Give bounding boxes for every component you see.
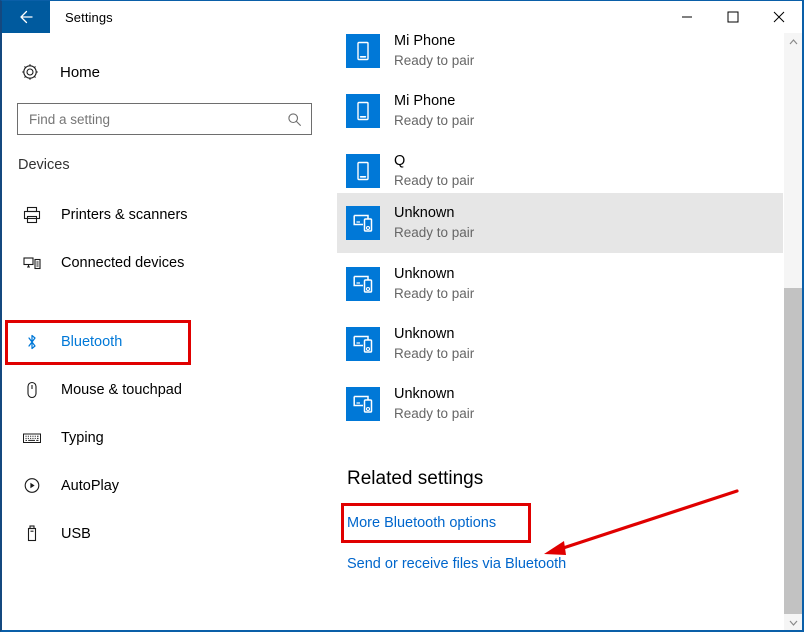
- close-icon: [773, 11, 785, 23]
- device-status: Ready to pair: [394, 111, 474, 130]
- close-button[interactable]: [756, 1, 802, 32]
- maximize-button[interactable]: [710, 1, 756, 32]
- search-box[interactable]: [17, 103, 312, 135]
- back-arrow-icon: [17, 8, 35, 26]
- back-button[interactable]: [2, 1, 50, 33]
- window-title: Settings: [50, 1, 664, 33]
- minimize-icon: [681, 11, 693, 23]
- device-name: Unknown: [394, 325, 474, 344]
- search-icon[interactable]: [283, 112, 311, 127]
- monitor-phone-icon: [346, 206, 380, 240]
- device-name: Unknown: [394, 204, 474, 223]
- sidebar-item-label: AutoPlay: [61, 478, 119, 494]
- sidebar-item-bluetooth[interactable]: Bluetooth: [2, 318, 336, 366]
- maximize-icon: [727, 11, 739, 23]
- related-settings-title: Related settings: [347, 468, 483, 490]
- sidebar-item-label: Mouse & touchpad: [61, 382, 182, 398]
- device-status: Ready to pair: [394, 171, 474, 190]
- usb-icon: [21, 523, 43, 545]
- scrollbar-up-arrow[interactable]: [784, 33, 802, 50]
- sidebar-item-home[interactable]: Home: [18, 57, 100, 87]
- sidebar-item-label: USB: [61, 526, 91, 542]
- phone-icon: [346, 154, 380, 188]
- sidebar-item-mouse-touchpad[interactable]: Mouse & touchpad: [2, 366, 336, 414]
- device-row[interactable]: Mi Phone Ready to pair: [337, 81, 783, 141]
- device-info: Mi Phone Ready to pair: [394, 92, 474, 130]
- mouse-icon: [21, 379, 43, 401]
- sidebar-item-autoplay[interactable]: AutoPlay: [2, 462, 336, 510]
- content-panel: Mi Phone Ready to pair Mi Phone Re: [336, 33, 784, 631]
- minimize-button[interactable]: [664, 1, 710, 32]
- device-name: Unknown: [394, 265, 474, 284]
- device-row[interactable]: Unknown Ready to pair: [337, 254, 783, 314]
- device-info: Unknown Ready to pair: [394, 385, 474, 423]
- device-name: Unknown: [394, 385, 474, 404]
- device-status: Ready to pair: [394, 284, 474, 303]
- connected-devices-icon: [21, 252, 43, 274]
- phone-icon: [346, 94, 380, 128]
- device-row[interactable]: Unknown Ready to pair: [337, 374, 783, 434]
- device-name: Mi Phone: [394, 33, 474, 51]
- device-row[interactable]: Unknown Ready to pair: [337, 193, 783, 253]
- sidebar-item-label: Printers & scanners: [61, 207, 188, 223]
- bluetooth-icon: [21, 331, 43, 353]
- device-info: Q Ready to pair: [394, 152, 474, 190]
- device-info: Unknown Ready to pair: [394, 204, 474, 242]
- send-receive-files-link[interactable]: Send or receive files via Bluetooth: [347, 556, 566, 572]
- sidebar-item-label: Connected devices: [61, 255, 184, 271]
- device-info: Unknown Ready to pair: [394, 325, 474, 363]
- device-info: Mi Phone Ready to pair: [394, 33, 474, 70]
- scrollbar-thumb[interactable]: [784, 50, 802, 288]
- printer-icon: [21, 204, 43, 226]
- phone-icon: [346, 34, 380, 68]
- window-body: Home Devices: [2, 33, 802, 631]
- monitor-phone-icon: [346, 387, 380, 421]
- search-input[interactable]: [18, 112, 283, 127]
- monitor-phone-icon: [346, 267, 380, 301]
- device-status: Ready to pair: [394, 51, 474, 70]
- device-name: Mi Phone: [394, 92, 474, 111]
- sidebar-item-printers-scanners[interactable]: Printers & scanners: [2, 191, 336, 239]
- autoplay-icon: [21, 475, 43, 497]
- scrollbar-track[interactable]: [784, 288, 802, 614]
- device-status: Ready to pair: [394, 404, 474, 423]
- device-status: Ready to pair: [394, 223, 474, 242]
- keyboard-icon: [21, 427, 43, 449]
- settings-window: Settings: [0, 0, 804, 632]
- content-scrollbar[interactable]: [784, 33, 802, 631]
- more-bluetooth-options-link[interactable]: More Bluetooth options: [347, 515, 496, 531]
- sidebar: Home Devices: [2, 33, 336, 631]
- sidebar-section-title: Devices: [18, 157, 70, 173]
- device-info: Unknown Ready to pair: [394, 265, 474, 303]
- sidebar-item-connected-devices[interactable]: Connected devices: [2, 239, 336, 287]
- device-row[interactable]: Mi Phone Ready to pair: [337, 33, 783, 81]
- monitor-phone-icon: [346, 327, 380, 361]
- device-row[interactable]: Unknown Ready to pair: [337, 314, 783, 374]
- device-name: Q: [394, 152, 474, 171]
- sidebar-item-usb[interactable]: USB: [2, 510, 336, 558]
- gear-icon: [18, 60, 42, 84]
- device-status: Ready to pair: [394, 344, 474, 363]
- title-bar: Settings: [2, 1, 802, 33]
- device-row[interactable]: Q Ready to pair: [337, 141, 783, 201]
- sidebar-item-label: Typing: [61, 430, 104, 446]
- sidebar-item-label: Bluetooth: [61, 334, 122, 350]
- sidebar-item-typing[interactable]: Typing: [2, 414, 336, 462]
- sidebar-item-home-label: Home: [60, 64, 100, 81]
- scrollbar-down-arrow[interactable]: [784, 614, 802, 631]
